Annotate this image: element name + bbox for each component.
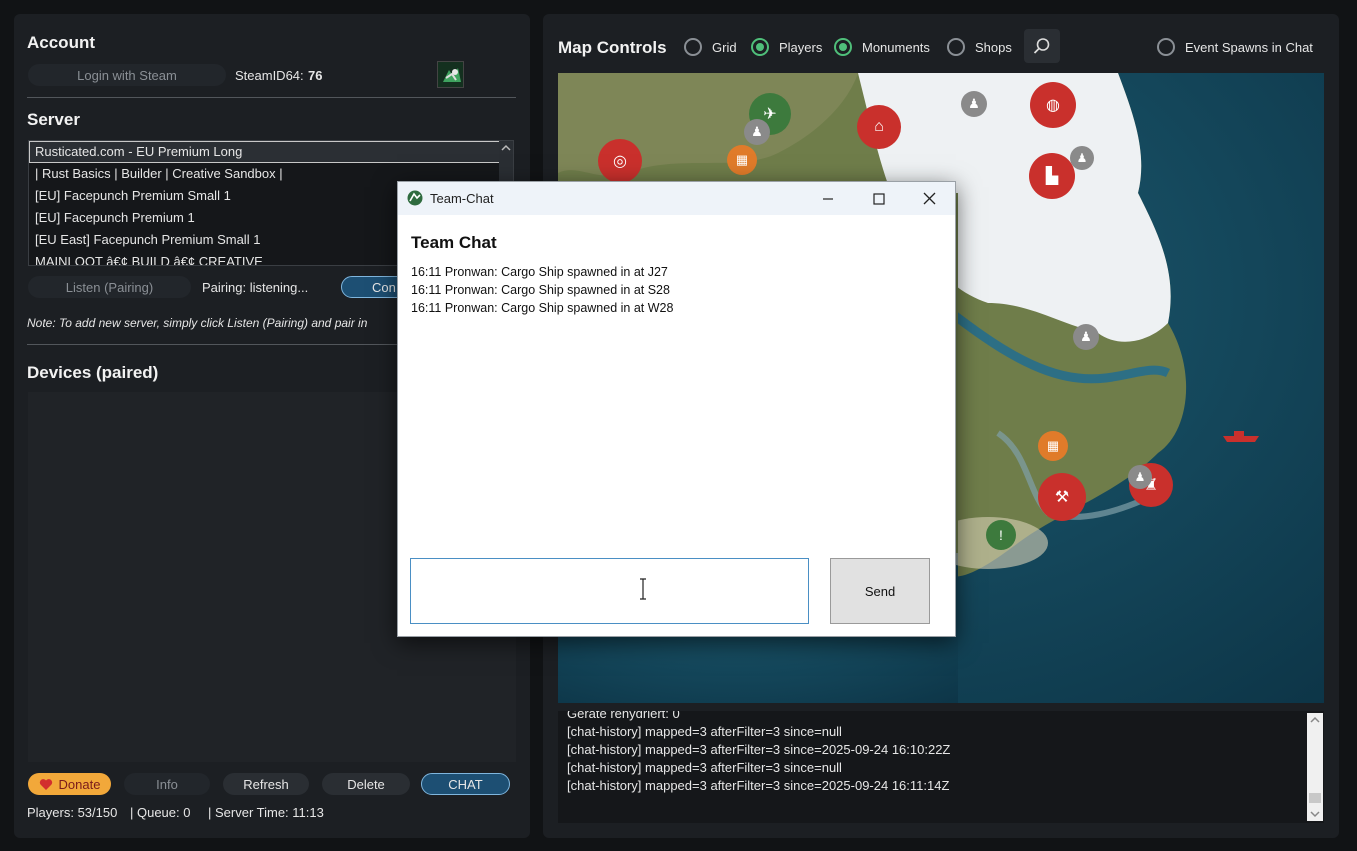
- chat-input[interactable]: [410, 558, 809, 624]
- player-marker[interactable]: ♟: [744, 119, 770, 145]
- monument-marker[interactable]: ◍: [1030, 82, 1076, 128]
- monument-marker[interactable]: ▙: [1029, 153, 1075, 199]
- minimize-icon[interactable]: [821, 192, 835, 206]
- account-title: Account: [27, 33, 95, 52]
- map-controls-title: Map Controls: [558, 38, 667, 57]
- team-chat-window-title: Team-Chat: [430, 191, 494, 206]
- pairing-status: Pairing: listening...: [202, 280, 309, 295]
- donate-label: Donate: [58, 776, 101, 792]
- chat-message: 16:11 Pronwan: Cargo Ship spawned in at …: [411, 301, 674, 315]
- monument-marker[interactable]: ◎: [598, 139, 642, 183]
- shop-marker[interactable]: ▦: [727, 145, 757, 175]
- monument-marker[interactable]: ⌂: [857, 105, 901, 149]
- text-cursor-icon: [640, 578, 646, 600]
- pairing-note: Note: To add new server, simply click Li…: [27, 316, 368, 330]
- delete-button[interactable]: Delete: [322, 773, 410, 795]
- log-scroll-thumb[interactable]: [1309, 793, 1321, 803]
- player-marker[interactable]: ♟: [1128, 465, 1152, 489]
- chevron-up-icon[interactable]: [1307, 713, 1323, 727]
- avatar: [437, 61, 464, 88]
- server-title: Server: [27, 110, 80, 129]
- info-button[interactable]: Info: [124, 773, 210, 795]
- player-marker[interactable]: ♟: [1070, 146, 1094, 170]
- devices-title: Devices (paired): [27, 363, 159, 382]
- log-line: [chat-history] mapped=3 afterFilter=3 si…: [567, 760, 842, 775]
- chat-message: 16:11 Pronwan: Cargo Ship spawned in at …: [411, 265, 668, 279]
- chat-button[interactable]: CHAT: [421, 773, 510, 795]
- server-time: | Server Time: 11:13: [208, 805, 324, 820]
- players-count: Players: 53/150: [27, 805, 118, 820]
- chat-message: 16:11 Pronwan: Cargo Ship spawned in at …: [411, 283, 670, 297]
- connect-button-label: Con: [372, 279, 396, 295]
- grid-radio[interactable]: [684, 38, 702, 56]
- event-spawns-radio[interactable]: [1157, 38, 1175, 56]
- shops-radio[interactable]: [947, 38, 965, 56]
- search-button[interactable]: [1024, 29, 1060, 63]
- donate-button[interactable]: Donate: [28, 773, 111, 795]
- queue-count: | Queue: 0: [130, 805, 191, 820]
- monument-marker[interactable]: !: [986, 520, 1016, 550]
- monuments-radio[interactable]: [834, 38, 852, 56]
- cargo-ship-icon[interactable]: [1222, 429, 1260, 442]
- log-line: [chat-history] mapped=3 afterFilter=3 si…: [567, 742, 951, 757]
- team-chat-title-bar[interactable]: Team-Chat: [398, 182, 955, 215]
- log-console[interactable]: Geräte rehydriert: 0 [chat-history] mapp…: [558, 711, 1324, 823]
- players-label: Players: [779, 40, 823, 55]
- monument-marker[interactable]: ⚒: [1038, 473, 1086, 521]
- listen-pairing-button[interactable]: Listen (Pairing): [28, 276, 191, 298]
- chat-messages: 16:11 Pronwan: Cargo Ship spawned in at …: [411, 263, 673, 317]
- player-marker[interactable]: ♟: [961, 91, 987, 117]
- players-radio[interactable]: [751, 38, 769, 56]
- grid-label: Grid: [712, 40, 737, 55]
- maximize-icon[interactable]: [872, 192, 886, 206]
- chevron-up-icon[interactable]: [499, 141, 513, 155]
- shop-marker[interactable]: ▦: [1038, 431, 1068, 461]
- steamid-value: 76: [308, 68, 323, 83]
- search-icon: [1033, 38, 1050, 54]
- login-with-steam-button[interactable]: Login with Steam: [28, 64, 226, 86]
- player-marker[interactable]: ♟: [1073, 324, 1099, 350]
- log-line: [chat-history] mapped=3 afterFilter=3 si…: [567, 724, 842, 739]
- steamid-label: SteamID64:: [235, 68, 304, 83]
- refresh-button[interactable]: Refresh: [223, 773, 309, 795]
- monuments-label: Monuments: [862, 40, 930, 55]
- app-icon: [407, 190, 423, 206]
- log-line: [chat-history] mapped=3 afterFilter=3 si…: [567, 778, 950, 793]
- log-scrollbar[interactable]: [1307, 713, 1323, 821]
- team-chat-window: Team-Chat Team Chat 16:11 Pronwan: Cargo…: [397, 181, 956, 637]
- account-divider: [27, 97, 516, 98]
- close-icon[interactable]: [922, 191, 937, 206]
- send-button[interactable]: Send: [830, 558, 930, 624]
- log-line: Geräte rehydriert: 0: [567, 711, 680, 721]
- heart-icon: [39, 778, 52, 790]
- team-chat-heading: Team Chat: [411, 233, 497, 252]
- server-list-item[interactable]: Rusticated.com - EU Premium Long: [29, 141, 513, 163]
- chevron-down-icon[interactable]: [1307, 807, 1323, 821]
- shops-label: Shops: [975, 40, 1012, 55]
- event-spawns-label: Event Spawns in Chat: [1185, 40, 1313, 55]
- server-divider: [27, 344, 410, 345]
